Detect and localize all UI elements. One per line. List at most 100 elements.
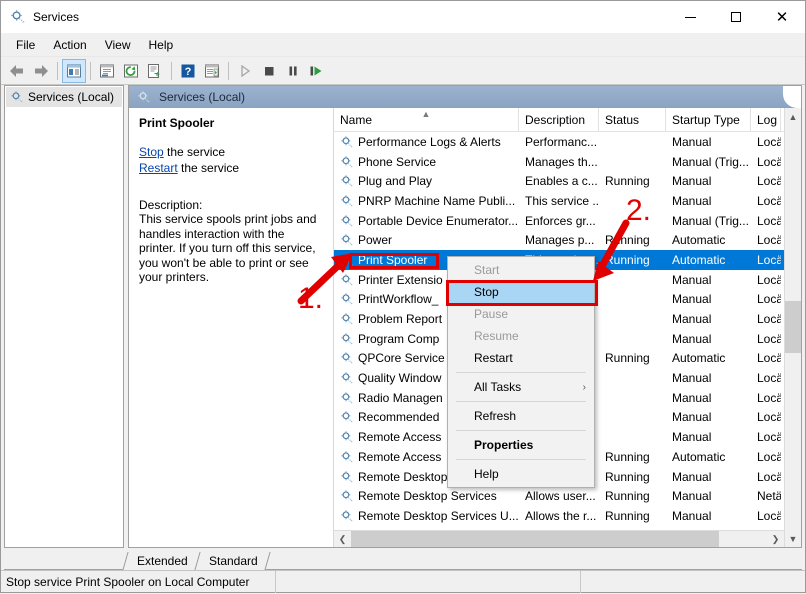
forward-button[interactable] bbox=[29, 59, 53, 83]
scroll-right-button[interactable]: ❯ bbox=[767, 531, 784, 548]
cell-log: Locä bbox=[751, 410, 781, 424]
maximize-icon bbox=[731, 12, 741, 22]
menu-item-label: Refresh bbox=[474, 409, 516, 423]
export-list-button[interactable] bbox=[143, 59, 167, 83]
sidebar-item-label: Services (Local) bbox=[28, 90, 114, 104]
pane-header-label: Services (Local) bbox=[159, 90, 245, 104]
scroll-left-button[interactable]: ❮ bbox=[334, 531, 351, 548]
services-gear-icon bbox=[340, 450, 354, 464]
vertical-scroll-track[interactable] bbox=[785, 125, 802, 530]
description-label: Description: bbox=[139, 198, 323, 212]
services-gear-icon bbox=[340, 371, 354, 385]
scroll-down-button[interactable]: ▼ bbox=[785, 530, 802, 547]
column-header-label: Description bbox=[525, 113, 585, 127]
table-row[interactable]: Performance Logs & AlertsPerformanc...Ma… bbox=[334, 132, 784, 152]
service-name-label: Program Comp bbox=[358, 332, 439, 346]
cell-startup-type: Manual bbox=[666, 430, 751, 444]
horizontal-scrollbar[interactable]: ❮ ❯ bbox=[334, 530, 784, 547]
scroll-up-button[interactable]: ▲ bbox=[785, 108, 802, 125]
menu-help[interactable]: Help bbox=[140, 35, 183, 55]
menu-item-label: All Tasks bbox=[474, 380, 521, 394]
table-row[interactable]: PowerManages p...RunningAutomaticLocä bbox=[334, 230, 784, 250]
table-row[interactable]: Plug and PlayEnables a c...RunningManual… bbox=[334, 171, 784, 191]
restart-service-line: Restart the service bbox=[139, 160, 323, 176]
cell-startup-type: Manual (Trig... bbox=[666, 214, 751, 228]
window-title: Services bbox=[33, 10, 667, 24]
cell-description: This service ... bbox=[519, 194, 599, 208]
service-detail-panel: Print Spooler Stop the service Restart t… bbox=[129, 108, 334, 547]
service-name-label: Printer Extensio bbox=[358, 273, 443, 287]
tab-extended[interactable]: Extended bbox=[122, 552, 199, 570]
column-header-name[interactable]: Name▲ bbox=[334, 108, 519, 131]
toolbar-separator bbox=[228, 62, 229, 80]
cell-name: Phone Service bbox=[334, 155, 519, 169]
sidebar-item-services-local[interactable]: Services (Local) bbox=[6, 87, 122, 107]
page-title: Print Spooler bbox=[139, 116, 323, 130]
menu-separator bbox=[456, 459, 586, 460]
menu-file[interactable]: File bbox=[7, 35, 44, 55]
back-button[interactable] bbox=[5, 59, 29, 83]
help-button[interactable]: ? bbox=[176, 59, 200, 83]
cell-log: Locä bbox=[751, 470, 781, 484]
menu-item-all-tasks[interactable]: All Tasks› bbox=[448, 376, 594, 398]
menu-item-stop[interactable]: Stop bbox=[448, 281, 594, 303]
menu-item-restart[interactable]: Restart bbox=[448, 347, 594, 369]
table-row[interactable]: PNRP Machine Name Publi...This service .… bbox=[334, 191, 784, 211]
title-bar: Services ✕ bbox=[1, 1, 805, 33]
pause-service-button[interactable] bbox=[281, 59, 305, 83]
maximize-button[interactable] bbox=[713, 1, 759, 33]
cell-name: Portable Device Enumerator... bbox=[334, 214, 519, 228]
cell-status: Running bbox=[599, 253, 666, 267]
table-row[interactable]: Remote Desktop ServicesAllows user...Run… bbox=[334, 486, 784, 506]
status-bar: Stop service Print Spooler on Local Comp… bbox=[1, 570, 805, 592]
stop-service-button[interactable] bbox=[257, 59, 281, 83]
cell-description: Allows user... bbox=[519, 489, 599, 503]
description-text: This service spools print jobs and handl… bbox=[139, 212, 323, 285]
status-text: Stop service Print Spooler on Local Comp… bbox=[1, 571, 276, 593]
properties-button[interactable] bbox=[95, 59, 119, 83]
menu-item-help[interactable]: Help bbox=[448, 463, 594, 485]
menu-item-label: Stop bbox=[474, 285, 499, 299]
cell-startup-type: Manual bbox=[666, 194, 751, 208]
vertical-scrollbar[interactable]: ▲ ▼ bbox=[784, 108, 801, 547]
column-header-status[interactable]: Status bbox=[599, 108, 666, 131]
service-name-label: Portable Device Enumerator... bbox=[358, 214, 518, 228]
services-gear-icon bbox=[340, 410, 354, 424]
menu-item-refresh[interactable]: Refresh bbox=[448, 405, 594, 427]
column-header-label: Startup Type bbox=[672, 113, 740, 127]
menu-view[interactable]: View bbox=[96, 35, 140, 55]
column-header-description[interactable]: Description bbox=[519, 108, 599, 131]
restart-service-link[interactable]: Restart bbox=[139, 161, 178, 175]
stop-service-text: the service bbox=[164, 145, 225, 159]
services-gear-icon bbox=[340, 332, 354, 346]
show-action-pane-button[interactable] bbox=[200, 59, 224, 83]
close-button[interactable]: ✕ bbox=[759, 1, 805, 33]
table-row[interactable]: Remote Desktop Services U...Allows the r… bbox=[334, 506, 784, 526]
column-header-startup-type[interactable]: Startup Type bbox=[666, 108, 751, 131]
vertical-scroll-thumb[interactable] bbox=[785, 301, 802, 353]
cell-log: Locä bbox=[751, 509, 781, 523]
menu-item-properties[interactable]: Properties bbox=[448, 434, 594, 456]
column-header-log[interactable]: Log bbox=[751, 108, 781, 131]
cell-description: Manages p... bbox=[519, 233, 599, 247]
stop-service-link[interactable]: Stop bbox=[139, 145, 164, 159]
tab-standard[interactable]: Standard bbox=[194, 552, 270, 570]
menu-separator bbox=[456, 401, 586, 402]
menu-action[interactable]: Action bbox=[44, 35, 95, 55]
restart-service-button[interactable] bbox=[305, 59, 329, 83]
table-row[interactable]: Portable Device Enumerator...Enforces gr… bbox=[334, 211, 784, 231]
services-gear-icon bbox=[340, 174, 354, 188]
table-row[interactable]: Phone ServiceManages th...Manual (Trig..… bbox=[334, 152, 784, 172]
stop-service-line: Stop the service bbox=[139, 144, 323, 160]
cell-startup-type: Manual bbox=[666, 135, 751, 149]
start-service-button[interactable] bbox=[233, 59, 257, 83]
cell-startup-type: Manual bbox=[666, 391, 751, 405]
minimize-button[interactable] bbox=[667, 1, 713, 33]
list-header-row: Name▲ Description Status Startup Type Log bbox=[334, 108, 784, 132]
show-hide-tree-button[interactable] bbox=[62, 59, 86, 83]
horizontal-scroll-thumb[interactable] bbox=[351, 531, 719, 547]
refresh-button[interactable] bbox=[119, 59, 143, 83]
cell-log: Locä bbox=[751, 174, 781, 188]
cell-startup-type: Manual bbox=[666, 292, 751, 306]
play-icon bbox=[237, 63, 253, 79]
